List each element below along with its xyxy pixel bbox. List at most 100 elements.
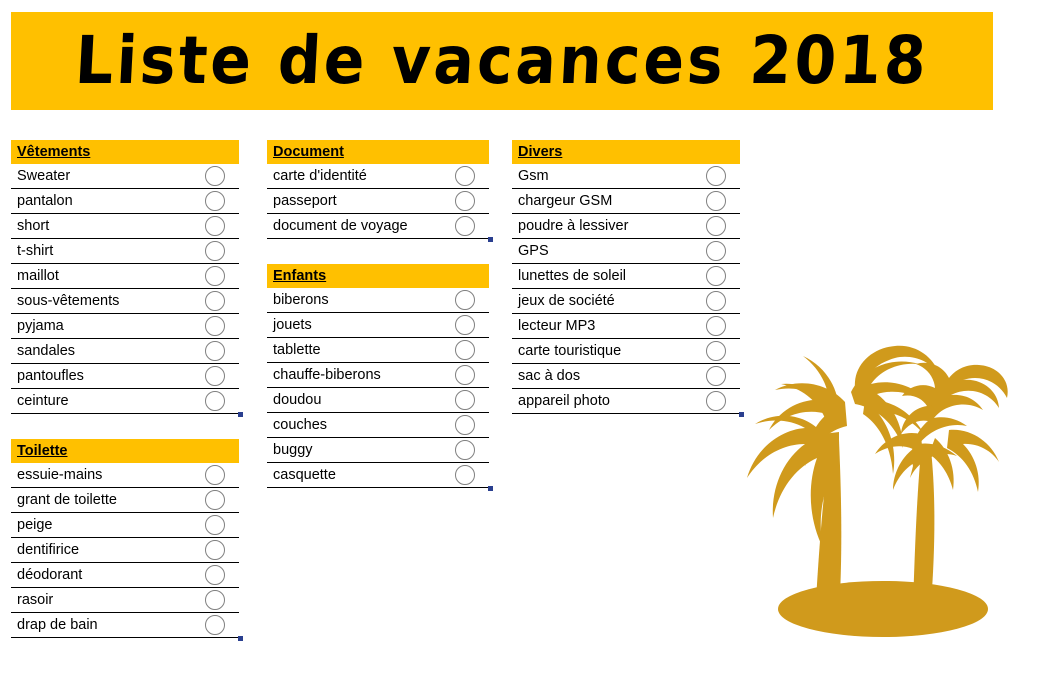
checklist-item-label: pyjama — [17, 317, 64, 334]
checklist-item-label: Gsm — [518, 167, 549, 184]
checklist-item-label: chargeur GSM — [518, 192, 613, 209]
checkbox-circle-icon[interactable] — [205, 316, 225, 336]
checkbox-circle-icon[interactable] — [706, 341, 726, 361]
checklist-row[interactable]: carte d'identité — [267, 164, 489, 189]
checklist-item-label: essuie-mains — [17, 466, 103, 483]
checklist-row[interactable]: t-shirt — [11, 239, 239, 264]
checklist-row[interactable]: biberons — [267, 288, 489, 313]
checkbox-circle-icon[interactable] — [706, 291, 726, 311]
checkbox-circle-icon[interactable] — [706, 216, 726, 236]
checkbox-circle-icon[interactable] — [706, 391, 726, 411]
checklist-row[interactable]: buggy — [267, 438, 489, 463]
checkbox-circle-icon[interactable] — [455, 365, 475, 385]
checkbox-circle-icon[interactable] — [706, 266, 726, 286]
checkbox-circle-icon[interactable] — [205, 391, 225, 411]
checkbox-circle-icon[interactable] — [455, 290, 475, 310]
checklist-row[interactable]: couches — [267, 413, 489, 438]
checklist-row[interactable]: doudou — [267, 388, 489, 413]
checklist-column-2: Document carte d'identité passeport documen… — [267, 140, 493, 491]
checklist-row[interactable]: document de voyage — [267, 214, 489, 239]
checkbox-circle-icon[interactable] — [205, 191, 225, 211]
section-header: Divers — [512, 140, 740, 164]
checklist-row[interactable]: lecteur MP3 — [512, 314, 740, 339]
fill-handle[interactable] — [488, 237, 493, 242]
checklist-row[interactable]: grant de toilette — [11, 488, 239, 513]
fill-handle[interactable] — [488, 486, 493, 491]
checkbox-circle-icon[interactable] — [205, 615, 225, 635]
checklist-item-label: sac à dos — [518, 367, 581, 384]
checklist-row[interactable]: pantalon — [11, 189, 239, 214]
checklist-row[interactable]: chargeur GSM — [512, 189, 740, 214]
checklist-row[interactable]: sandales — [11, 339, 239, 364]
checkbox-circle-icon[interactable] — [455, 191, 475, 211]
checklist-row[interactable]: pantoufles — [11, 364, 239, 389]
checkbox-circle-icon[interactable] — [205, 540, 225, 560]
checkbox-circle-icon[interactable] — [455, 415, 475, 435]
checkbox-circle-icon[interactable] — [205, 515, 225, 535]
checklist-row[interactable]: poudre à lessiver — [512, 214, 740, 239]
checkbox-circle-icon[interactable] — [205, 266, 225, 286]
checklist-row[interactable]: Sweater — [11, 164, 239, 189]
checkbox-circle-icon[interactable] — [455, 465, 475, 485]
checkbox-circle-icon[interactable] — [455, 166, 475, 186]
fill-handle[interactable] — [238, 636, 243, 641]
section-header: Document — [267, 140, 489, 164]
checkbox-circle-icon[interactable] — [205, 490, 225, 510]
checklist-row[interactable]: casquette — [267, 463, 489, 488]
checklist-row[interactable]: sac à dos — [512, 364, 740, 389]
checkbox-circle-icon[interactable] — [205, 341, 225, 361]
section-title: Vêtements — [17, 143, 91, 160]
checklist-row[interactable]: jeux de société — [512, 289, 740, 314]
checklist-item-label: dentifirice — [17, 541, 80, 558]
checkbox-circle-icon[interactable] — [455, 440, 475, 460]
checklist-row[interactable]: GPS — [512, 239, 740, 264]
section-header: Vêtements — [11, 140, 239, 164]
checklist-row[interactable]: maillot — [11, 264, 239, 289]
checklist-row[interactable]: ceinture — [11, 389, 239, 414]
checkbox-circle-icon[interactable] — [205, 291, 225, 311]
checklist-item-label: jouets — [273, 316, 312, 333]
checklist-row[interactable]: carte touristique — [512, 339, 740, 364]
checklist-row[interactable]: déodorant — [11, 563, 239, 588]
checklist-row[interactable]: passeport — [267, 189, 489, 214]
checklist-row[interactable]: tablette — [267, 338, 489, 363]
checkbox-circle-icon[interactable] — [205, 241, 225, 261]
checkbox-circle-icon[interactable] — [205, 166, 225, 186]
checklist-item-label: rasoir — [17, 591, 54, 608]
checkbox-circle-icon[interactable] — [205, 565, 225, 585]
checklist-row[interactable]: sous-vêtements — [11, 289, 239, 314]
checklist-row[interactable]: Gsm — [512, 164, 740, 189]
checkbox-circle-icon[interactable] — [205, 216, 225, 236]
checkbox-circle-icon[interactable] — [455, 340, 475, 360]
checklist-row[interactable]: lunettes de soleil — [512, 264, 740, 289]
checkbox-circle-icon[interactable] — [455, 390, 475, 410]
checklist-row[interactable]: drap de bain — [11, 613, 239, 638]
section-rows: carte d'identité passeport document de voy… — [267, 164, 493, 242]
checklist-item-label: Sweater — [17, 167, 71, 184]
checkbox-circle-icon[interactable] — [706, 166, 726, 186]
checklist-row[interactable]: dentifirice — [11, 538, 239, 563]
checklist-item-label: GPS — [518, 242, 549, 259]
checklist-row[interactable]: peige — [11, 513, 239, 538]
checkbox-circle-icon[interactable] — [455, 216, 475, 236]
checklist-row[interactable]: essuie-mains — [11, 463, 239, 488]
checkbox-circle-icon[interactable] — [706, 191, 726, 211]
checklist-row[interactable]: pyjama — [11, 314, 239, 339]
checkbox-circle-icon[interactable] — [205, 590, 225, 610]
checkbox-circle-icon[interactable] — [205, 465, 225, 485]
checklist-row[interactable]: short — [11, 214, 239, 239]
checklist-item-label: carte d'identité — [273, 167, 367, 184]
checklist-column-1: Vêtements Sweater pantalon short t-shirt mail… — [11, 140, 243, 641]
checklist-item-label: lunettes de soleil — [518, 267, 627, 284]
checkbox-circle-icon[interactable] — [205, 366, 225, 386]
checklist-row[interactable]: jouets — [267, 313, 489, 338]
checklist-row[interactable]: appareil photo — [512, 389, 740, 414]
checklist-row[interactable]: chauffe-biberons — [267, 363, 489, 388]
checklist-row[interactable]: rasoir — [11, 588, 239, 613]
section-title: Toilette — [17, 442, 68, 459]
checkbox-circle-icon[interactable] — [706, 241, 726, 261]
checkbox-circle-icon[interactable] — [706, 316, 726, 336]
checkbox-circle-icon[interactable] — [455, 315, 475, 335]
fill-handle[interactable] — [238, 412, 243, 417]
checkbox-circle-icon[interactable] — [706, 366, 726, 386]
